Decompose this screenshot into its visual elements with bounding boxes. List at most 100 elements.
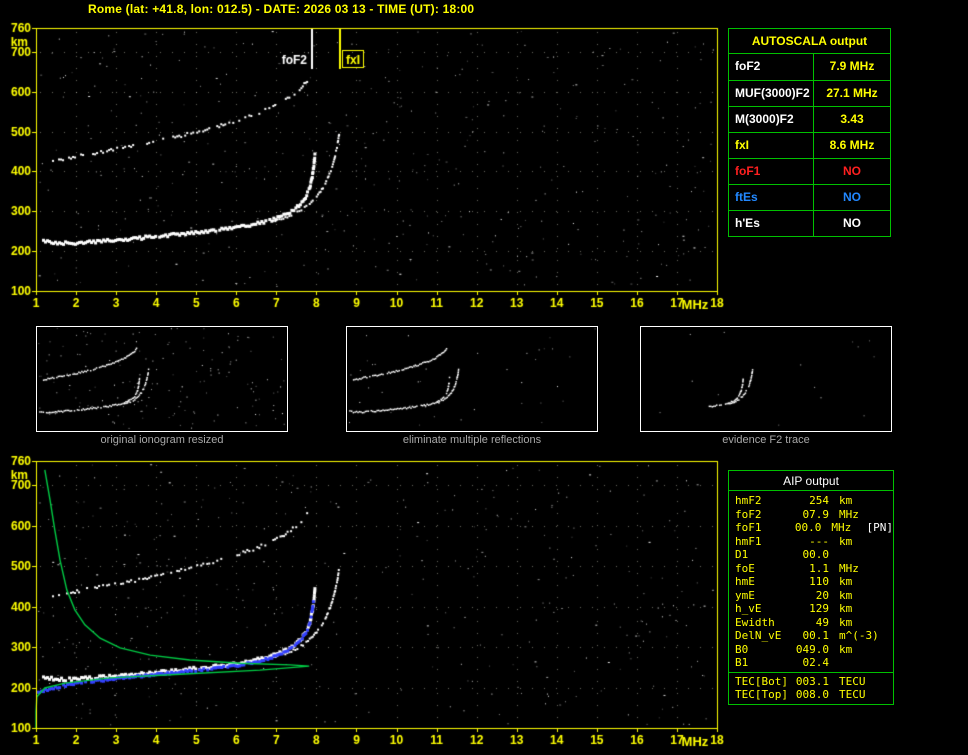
- profile-ionogram-plot: [0, 449, 724, 755]
- aip-val: 20: [815, 588, 829, 602]
- station-title: Rome (lat: +41.8, lon: 012.5) - DATE: 20…: [88, 2, 475, 16]
- aip-unit: TECU: [839, 688, 866, 701]
- aip-val: 129: [809, 602, 829, 615]
- aip-name: ymE: [735, 588, 755, 602]
- aip-unit: m^(-3): [839, 629, 879, 642]
- aip-val: 02.4: [802, 656, 830, 669]
- aip-unit: MHz: [839, 561, 859, 575]
- aip-row-D1: D1 00.0: [735, 548, 893, 562]
- aip-name: B0: [735, 642, 749, 656]
- thumbnail-caption-evidence: evidence F2 trace: [722, 434, 810, 446]
- param-label: h'Es: [729, 211, 814, 236]
- thumbnail-caption-eliminate: eliminate multiple reflections: [402, 434, 542, 446]
- aip-name: hmF2: [735, 494, 762, 507]
- autoscala-row-foF2: foF2 7.9 MHz: [729, 54, 890, 80]
- thumbnail-caption-original: original ionogram resized: [100, 434, 224, 446]
- param-value: 7.9 MHz: [829, 59, 875, 73]
- aip-unit: [829, 548, 875, 562]
- aip-unit: km: [839, 494, 853, 507]
- aip-val: 254: [809, 494, 829, 507]
- param-label: foF2: [729, 54, 814, 80]
- aip-row-TEC[Bot]: TEC[Bot] 003.1 TECU: [735, 675, 893, 689]
- thumbnail-original-ionogram: [36, 326, 288, 432]
- thumbnail-eliminate-reflections: [346, 326, 598, 432]
- autoscala-row-MUF(3000)F2: MUF(3000)F2 27.1 MHz: [729, 80, 890, 106]
- aip-row-hmE: hmE 110 km: [735, 575, 893, 589]
- autoscala-row-h'Es: h'Es NO: [729, 210, 890, 236]
- aip-val: 00.0: [794, 521, 822, 534]
- aip-val: 049.0: [795, 642, 829, 656]
- autoscala-row-M(3000)F2: M(3000)F2 3.43: [729, 106, 890, 132]
- aip-val: 07.9: [802, 507, 830, 521]
- aip-row-DelN_vE: DelN_vE 00.1 m^(-3): [735, 629, 893, 643]
- autoscala-row-fxI: fxI 8.6 MHz: [729, 132, 890, 158]
- aip-name: D1: [735, 548, 749, 561]
- aip-val: 49: [815, 615, 829, 629]
- aip-val: 110: [809, 575, 829, 588]
- thumbnail-evidence-f2-trace: [640, 326, 892, 432]
- aip-extra: [875, 575, 877, 589]
- aip-extra: [875, 616, 877, 630]
- aip-unit: km: [839, 615, 853, 629]
- aip-val: 00.0: [802, 548, 830, 561]
- aip-row-TEC[Top]: TEC[Top] 008.0 TECU: [735, 688, 893, 702]
- param-value: 3.43: [840, 112, 864, 126]
- aip-extra: [875, 643, 877, 657]
- param-label: M(3000)F2: [729, 107, 814, 132]
- aip-extra: [875, 688, 877, 702]
- param-value: NO: [843, 190, 861, 204]
- aip-name: Ewidth: [735, 615, 775, 629]
- param-value: 27.1 MHz: [826, 86, 878, 100]
- aip-extra: [PN]: [866, 521, 894, 534]
- autoscala-table-rows: foF2 7.9 MHz MUF(3000)F2 27.1 MHz M(3000)F2 3…: [729, 54, 890, 236]
- aip-unit: MHz: [839, 507, 859, 521]
- param-label: MUF(3000)F2: [729, 81, 814, 106]
- aip-unit: km: [839, 534, 853, 548]
- param-label: fxI: [729, 133, 814, 158]
- aip-unit: [829, 656, 875, 670]
- aip-row-B0: B0 049.0 km: [735, 643, 893, 657]
- aip-output-table: AIP output hmF2 254 km foF2 07.9 MHz foF1 00.0 M…: [728, 470, 894, 705]
- aip-unit: km: [839, 588, 853, 602]
- param-value: NO: [843, 164, 861, 178]
- aip-extra: [875, 656, 877, 670]
- aip-name: foF2: [735, 507, 762, 521]
- aip-unit: km: [839, 575, 853, 588]
- aip-row-foF1: foF1 00.0 MHz [PN]: [735, 521, 893, 535]
- aip-extra: [875, 675, 877, 689]
- aip-name: foE: [735, 561, 755, 575]
- autoscala-row-foF1: foF1 NO: [729, 158, 890, 184]
- aip-extra: [875, 602, 877, 616]
- aip-extra: [875, 508, 877, 522]
- aip-name: foF1: [735, 521, 762, 534]
- param-value: NO: [843, 216, 861, 230]
- aip-extra: [875, 562, 877, 576]
- param-value: 8.6 MHz: [829, 138, 875, 152]
- autoscala-row-ftEs: ftEs NO: [729, 184, 890, 210]
- aip-row-ymE: ymE 20 km: [735, 589, 893, 603]
- aip-unit: MHz: [831, 521, 852, 534]
- main-ionogram-plot: [0, 16, 724, 314]
- aip-table-rows: hmF2 254 km foF2 07.9 MHz foF1 00.0 MHz [PN] hmF1-…: [729, 491, 893, 704]
- aip-row-Ewidth: Ewidth 49 km: [735, 616, 893, 630]
- param-label: ftEs: [729, 185, 814, 210]
- aip-val: 003.1: [795, 674, 829, 688]
- aip-unit: km: [839, 642, 853, 656]
- aip-extra: [875, 589, 877, 603]
- aip-extra: [875, 629, 877, 643]
- aip-extra: [875, 535, 877, 549]
- aip-name: TEC[Bot]: [735, 674, 788, 688]
- aip-val: 1.1: [809, 561, 829, 575]
- aip-row-foE: foE 1.1 MHz: [735, 562, 893, 576]
- aip-name: TEC[Top]: [735, 688, 788, 701]
- aip-name: hmE: [735, 575, 755, 588]
- autoscala-output-table: AUTOSCALA output foF2 7.9 MHz MUF(3000)F2 2…: [728, 28, 891, 237]
- autoscala-table-header: AUTOSCALA output: [729, 29, 890, 54]
- aip-row-h_vE: h_vE 129 km: [735, 602, 893, 616]
- aip-name: B1: [735, 656, 749, 669]
- aip-row-hmF1: hmF1 --- km: [735, 535, 893, 549]
- aip-name: DelN_vE: [735, 629, 782, 642]
- aip-val: 008.0: [795, 688, 829, 701]
- aip-row-hmF2: hmF2 254 km: [735, 494, 893, 508]
- aip-extra: [875, 494, 877, 508]
